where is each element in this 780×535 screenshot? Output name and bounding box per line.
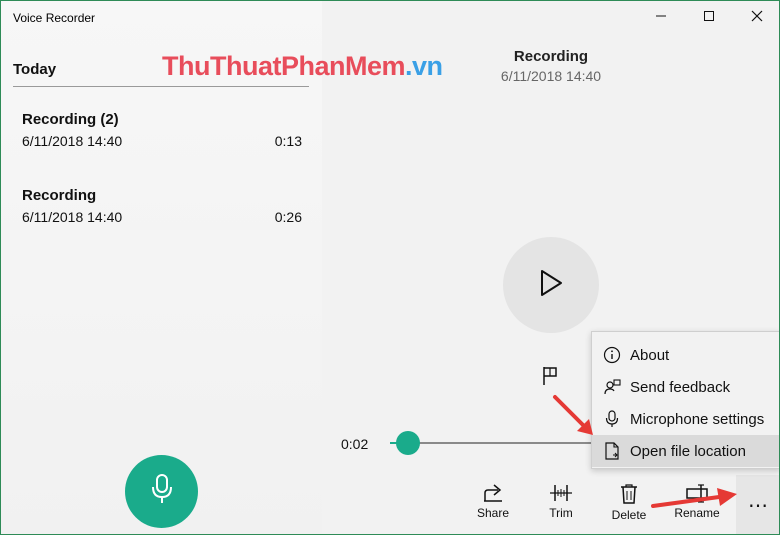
trim-label: Trim — [549, 506, 573, 520]
menu-item-label: Microphone settings — [630, 410, 765, 428]
maximize-icon — [703, 9, 715, 27]
share-label: Share — [476, 506, 510, 520]
recording-duration: 0:13 — [274, 133, 302, 149]
recording-date: 6/11/2018 14:40 — [22, 209, 123, 225]
recording-date: 6/11/2018 14:40 — [22, 133, 123, 149]
recording-list-item[interactable]: Recording 6/11/2018 14:40 0:26 — [11, 179, 311, 241]
menu-item-microphone-settings[interactable]: Microphone settings — [592, 403, 779, 435]
close-icon — [751, 9, 763, 27]
trim-button[interactable]: Trim — [531, 483, 591, 529]
window-controls — [637, 1, 779, 35]
menu-item-about[interactable]: About — [592, 339, 779, 371]
menu-item-open-file-location[interactable]: Open file location — [592, 435, 779, 467]
play-icon — [538, 268, 564, 303]
seek-bar-thumb[interactable] — [396, 431, 420, 455]
delete-label: Delete — [611, 508, 647, 522]
section-header-today: Today — [13, 61, 57, 78]
more-icon: ⋯ — [748, 495, 769, 517]
more-options-button[interactable]: ⋯ — [736, 475, 779, 534]
recording-name: Recording — [22, 187, 97, 204]
recording-name: Recording (2) — [22, 111, 119, 128]
delete-button[interactable]: Delete — [599, 483, 659, 529]
seek-bar[interactable] — [390, 442, 610, 444]
trim-icon — [549, 483, 573, 503]
voice-recorder-window: Voice Recorder Today Recording (2) 6/11/… — [0, 0, 780, 535]
maximize-button[interactable] — [685, 1, 733, 35]
file-icon — [602, 442, 621, 461]
recording-list-item[interactable]: Recording (2) 6/11/2018 14:40 0:13 — [11, 103, 311, 165]
info-icon — [602, 346, 621, 365]
current-recording-title: Recording — [513, 48, 589, 65]
flag-icon — [541, 365, 561, 392]
share-icon — [482, 483, 504, 503]
menu-item-label: About — [630, 346, 670, 364]
current-time: 0:02 — [341, 436, 369, 452]
menu-item-label: Open file location — [630, 442, 746, 460]
add-marker-button[interactable] — [538, 365, 564, 391]
recording-duration: 0:26 — [274, 209, 302, 225]
current-recording-date: 6/11/2018 14:40 — [500, 68, 602, 84]
share-button[interactable]: Share — [463, 483, 523, 529]
microphone-icon — [150, 473, 174, 510]
play-button[interactable] — [503, 237, 599, 333]
rename-icon — [685, 483, 709, 503]
minimize-icon — [655, 9, 667, 27]
more-options-menu: About Send feedback Microphone settings … — [591, 331, 779, 469]
app-title: Voice Recorder — [13, 11, 96, 25]
close-button[interactable] — [733, 1, 779, 35]
section-divider — [13, 86, 309, 87]
menu-item-send-feedback[interactable]: Send feedback — [592, 371, 779, 403]
rename-button[interactable]: Rename — [667, 483, 727, 529]
minimize-button[interactable] — [637, 1, 685, 35]
rename-label: Rename — [674, 506, 720, 520]
record-button[interactable] — [125, 455, 198, 528]
trash-icon — [619, 483, 639, 505]
feedback-icon — [602, 378, 621, 397]
microphone-icon — [602, 410, 621, 429]
watermark-logo: ThuThuatPhanMem.vn — [162, 51, 443, 81]
menu-item-label: Send feedback — [630, 378, 731, 396]
